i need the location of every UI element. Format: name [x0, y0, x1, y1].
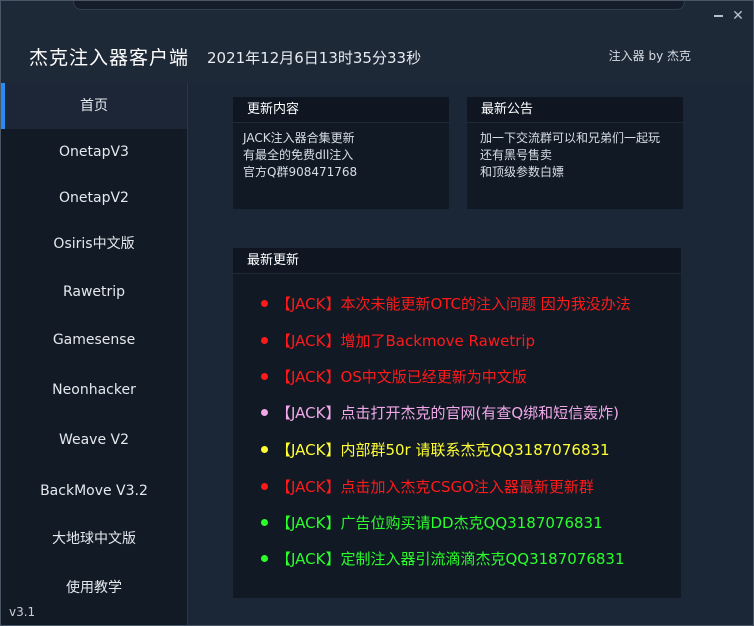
sidebar-item-onetapv3[interactable]: OnetapV3 [1, 129, 187, 175]
bullet-icon [261, 372, 268, 380]
datetime-display: 2021年12月6日13时35分33秒 [207, 49, 422, 67]
update-item[interactable]: 【JACK】增加了Backmove Rawetrip [261, 331, 535, 351]
announcement-line: 加一下交流群可以和兄弟们一起玩 [480, 131, 661, 145]
sidebar-item-onetapv2[interactable]: OnetapV2 [1, 175, 187, 221]
news-panel-body: JACK注入器合集更新 有最全的免费dll注入 官方Q群908471768 [243, 130, 357, 181]
news-line: JACK注入器合集更新 [243, 131, 355, 145]
updates-panel-title: 最新更新 [233, 248, 681, 274]
update-item[interactable]: 【JACK】点击打开杰克的官网(有查Q绑和短信轰炸) [261, 403, 619, 423]
app-title: 杰克注入器客户端 [29, 47, 190, 69]
minimize-button[interactable] [709, 7, 727, 25]
update-text: 【JACK】增加了Backmove Rawetrip [276, 332, 536, 350]
minimize-icon [713, 15, 723, 17]
announcement-panel: 最新公告 加一下交流群可以和兄弟们一起玩 还有黑号售卖 和顶级参数白嫖 [467, 97, 683, 209]
updates-panel: 最新更新 【JACK】本次未能更新OTC的注入问题 因为我没办法 【JACK】增… [233, 248, 681, 598]
update-item[interactable]: 【JACK】OS中文版已经更新为中文版 [261, 367, 527, 387]
bullet-icon [261, 482, 268, 490]
sidebar-item-earth[interactable]: 大地球中文版 [1, 516, 187, 562]
update-text: 【JACK】广告位购买请DD杰克QQ3187076831 [276, 514, 603, 532]
update-text: 【JACK】本次未能更新OTC的注入问题 因为我没办法 [276, 295, 631, 313]
sidebar-item-weave[interactable]: Weave V2 [1, 417, 187, 463]
news-panel-title: 更新内容 [233, 97, 449, 123]
announcement-panel-title: 最新公告 [467, 97, 683, 123]
bullet-icon [261, 445, 268, 453]
title-bar: 杰克注入器客户端 2021年12月6日13时35分33秒 注入器 by 杰克 ✕ [1, 1, 753, 83]
announcement-line: 和顶级参数白嫖 [480, 165, 565, 179]
update-item[interactable]: 【JACK】定制注入器引流滴滴杰克QQ3187076831 [261, 549, 625, 569]
update-text: 【JACK】OS中文版已经更新为中文版 [276, 368, 527, 386]
title-bar-lip [73, 1, 685, 10]
sidebar-item-home[interactable]: 首页 [1, 83, 187, 129]
app-window: 杰克注入器客户端 2021年12月6日13时35分33秒 注入器 by 杰克 ✕… [0, 0, 754, 626]
update-item[interactable]: 【JACK】本次未能更新OTC的注入问题 因为我没办法 [261, 294, 631, 314]
author-label: 注入器 by 杰克 [608, 49, 691, 63]
news-line: 官方Q群908471768 [243, 165, 358, 179]
update-item[interactable]: 【JACK】内部群50r 请联系杰克QQ3187076831 [261, 440, 610, 460]
update-text: 【JACK】点击打开杰克的官网(有查Q绑和短信轰炸) [276, 404, 619, 422]
update-text: 【JACK】内部群50r 请联系杰克QQ3187076831 [276, 441, 610, 459]
sidebar-item-rawetrip[interactable]: Rawetrip [1, 269, 187, 315]
bullet-icon [261, 299, 268, 307]
update-item[interactable]: 【JACK】点击加入杰克CSGO注入器最新更新群 [261, 477, 594, 497]
close-icon: ✕ [732, 8, 744, 24]
news-panel: 更新内容 JACK注入器合集更新 有最全的免费dll注入 官方Q群9084717… [233, 97, 449, 209]
sidebar-item-osiris[interactable]: Osiris中文版 [1, 221, 187, 267]
bullet-icon [261, 518, 268, 526]
sidebar-item-gamesense[interactable]: Gamesense [1, 317, 187, 363]
announcement-line: 还有黑号售卖 [480, 148, 553, 162]
version-label: v3.1 [9, 605, 36, 619]
announcement-panel-body: 加一下交流群可以和兄弟们一起玩 还有黑号售卖 和顶级参数白嫖 [480, 130, 660, 181]
close-button[interactable]: ✕ [729, 7, 747, 25]
update-item[interactable]: 【JACK】广告位购买请DD杰克QQ3187076831 [261, 513, 603, 533]
bullet-icon [261, 408, 268, 416]
update-text: 【JACK】定制注入器引流滴滴杰克QQ3187076831 [276, 550, 625, 568]
news-line: 有最全的免费dll注入 [243, 148, 354, 162]
sidebar-item-backmove[interactable]: BackMove V3.2 [1, 468, 187, 514]
sidebar: 首页 OnetapV3 OnetapV2 Osiris中文版 Rawetrip … [1, 83, 188, 625]
sidebar-item-neonhacker[interactable]: Neonhacker [1, 367, 187, 413]
bullet-icon [261, 336, 268, 344]
update-text: 【JACK】点击加入杰克CSGO注入器最新更新群 [276, 478, 594, 496]
bullet-icon [261, 554, 268, 562]
